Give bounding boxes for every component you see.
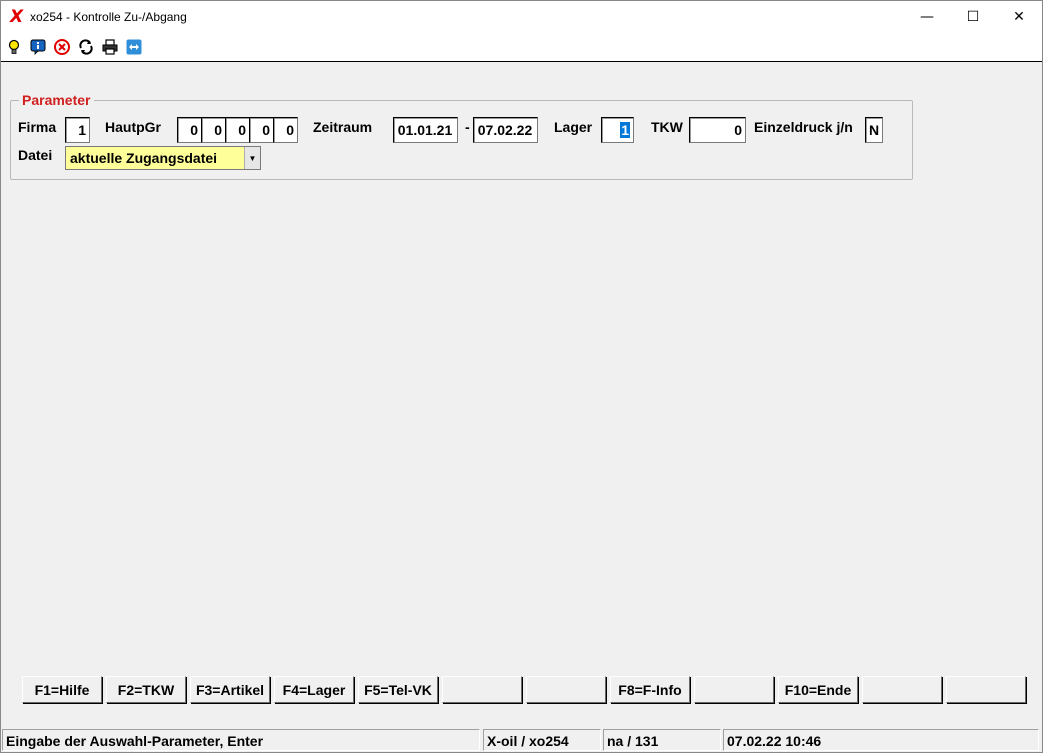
zeitraum-label: Zeitraum: [313, 119, 373, 135]
window-controls: — ☐ ✕: [904, 1, 1042, 32]
status-program: X-oil / xo254: [483, 729, 601, 751]
lager-selected-value: 1: [620, 122, 630, 138]
toolbar: [1, 32, 1042, 62]
close-button[interactable]: ✕: [996, 1, 1042, 32]
x-oil-logo-icon: X: [10, 6, 24, 27]
einzeldruck-label: Einzeldruck j/n: [754, 119, 853, 135]
status-bar: Eingabe der Auswahl-Parameter, Enter X-o…: [1, 729, 1042, 752]
hauptgr-input-4[interactable]: 0: [249, 117, 274, 143]
f12-empty-button[interactable]: [946, 676, 1026, 703]
status-message: Eingabe der Auswahl-Parameter, Enter: [2, 729, 480, 751]
tkw-input[interactable]: 0: [689, 117, 746, 143]
einzeldruck-input[interactable]: N: [865, 117, 883, 143]
zeitraum-to-input[interactable]: 07.02.22: [473, 117, 538, 143]
f2-tkw-button[interactable]: F2=TKW: [106, 676, 186, 703]
hauptgr-input-1[interactable]: 0: [177, 117, 202, 143]
f4-lager-button[interactable]: F4=Lager: [274, 676, 354, 703]
firma-input[interactable]: 1: [65, 117, 90, 143]
hauptgr-input-2[interactable]: 0: [201, 117, 226, 143]
remote-icon[interactable]: [125, 38, 143, 56]
f11-empty-button[interactable]: [862, 676, 942, 703]
lager-label: Lager: [554, 119, 593, 135]
f8-f-info-button[interactable]: F8=F-Info: [610, 676, 690, 703]
datei-dropdown[interactable]: aktuelle Zugangsdatei ▼: [65, 146, 261, 170]
datei-selected-value: aktuelle Zugangsdatei: [70, 150, 218, 166]
status-user: na / 131: [603, 729, 721, 751]
info-icon[interactable]: [29, 38, 47, 56]
print-icon[interactable]: [101, 38, 119, 56]
firma-label: Firma: [18, 119, 57, 135]
f7-empty-button[interactable]: [526, 676, 606, 703]
title-bar[interactable]: X xo254 - Kontrolle Zu-/Abgang — ☐ ✕: [1, 1, 1042, 32]
lager-input[interactable]: 1: [601, 117, 634, 143]
zeitraum-separator: -: [465, 119, 470, 135]
hauptgr-input-5[interactable]: 0: [273, 117, 298, 143]
hauptgr-label: HautpGr: [105, 119, 161, 135]
parameter-legend: Parameter: [19, 92, 94, 108]
f9-empty-button[interactable]: [694, 676, 774, 703]
lightbulb-icon[interactable]: [5, 38, 23, 56]
status-datetime: 07.02.22 10:46: [723, 729, 1039, 751]
f3-artikel-button[interactable]: F3=Artikel: [190, 676, 270, 703]
datei-label: Datei: [18, 147, 53, 163]
f5-tel-vk-button[interactable]: F5=Tel-VK: [358, 676, 438, 703]
stop-icon[interactable]: [53, 38, 71, 56]
f1-hilfe-button[interactable]: F1=Hilfe: [22, 676, 102, 703]
maximize-button[interactable]: ☐: [950, 1, 996, 32]
chevron-down-icon[interactable]: ▼: [244, 147, 260, 169]
tkw-label: TKW: [651, 119, 683, 135]
window-title: xo254 - Kontrolle Zu-/Abgang: [30, 9, 187, 24]
refresh-icon[interactable]: [77, 38, 95, 56]
hauptgr-input-3[interactable]: 0: [225, 117, 250, 143]
zeitraum-from-input[interactable]: 01.01.21: [393, 117, 458, 143]
f10-ende-button[interactable]: F10=Ende: [778, 676, 858, 703]
f6-empty-button[interactable]: [442, 676, 522, 703]
minimize-button[interactable]: —: [904, 1, 950, 32]
